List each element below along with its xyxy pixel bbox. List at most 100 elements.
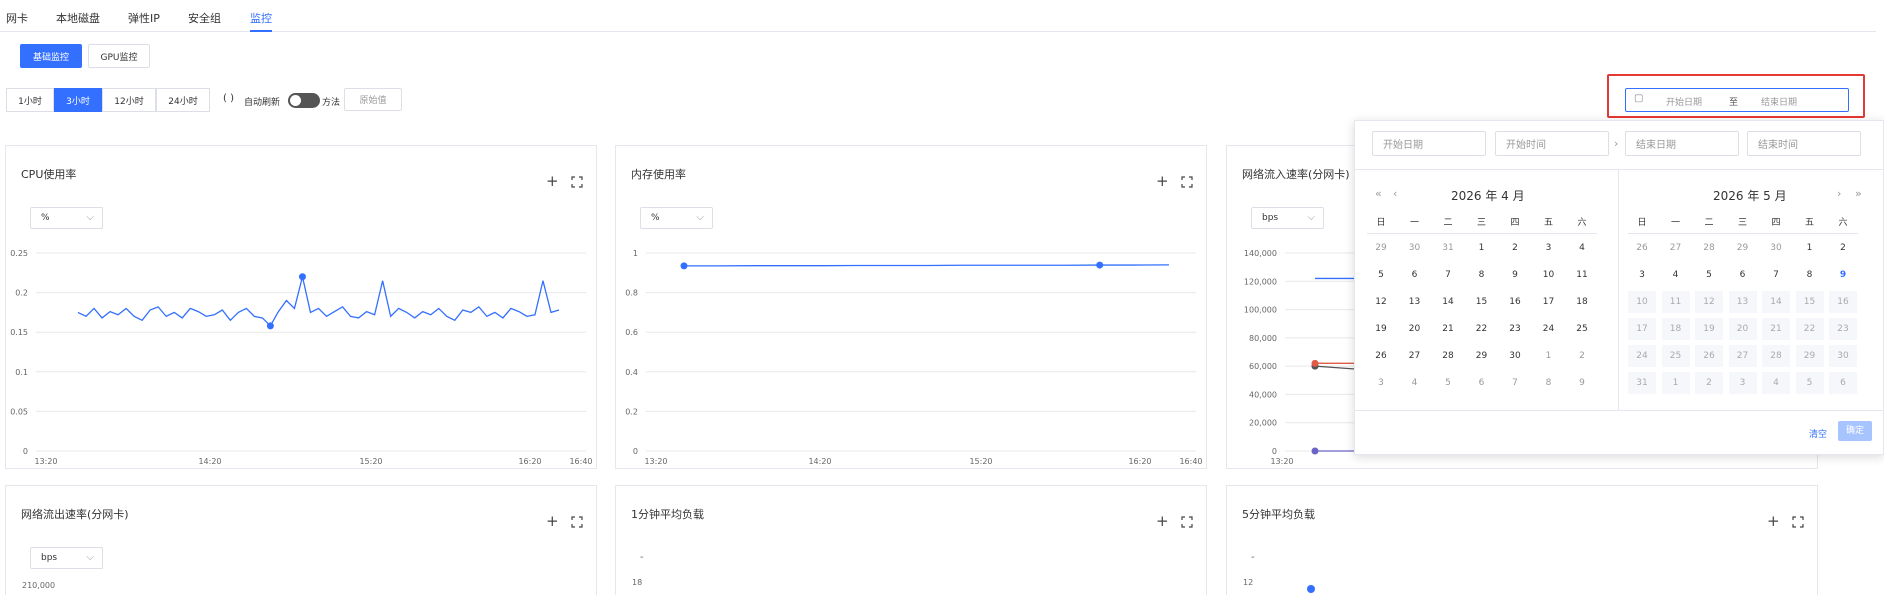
next-month-button[interactable]: › xyxy=(1837,187,1841,200)
range-12h[interactable]: 12小时 xyxy=(102,88,156,112)
calendar-day[interactable]: 4 xyxy=(1762,372,1790,394)
calendar-day[interactable]: 15 xyxy=(1468,291,1496,313)
tab-monitor[interactable]: 监控 xyxy=(250,10,272,32)
calendar-day[interactable]: 7 xyxy=(1762,264,1790,286)
calendar-day[interactable]: 29 xyxy=(1729,237,1757,259)
calendar-day[interactable]: 23 xyxy=(1501,318,1529,340)
calendar-day[interactable]: 13 xyxy=(1401,291,1429,313)
calendar-day[interactable]: 8 xyxy=(1535,372,1563,394)
calendar-day[interactable]: 8 xyxy=(1796,264,1824,286)
range-24h[interactable]: 24小时 xyxy=(156,88,210,112)
calendar-day[interactable]: 25 xyxy=(1568,318,1596,340)
calendar-day[interactable]: 29 xyxy=(1468,345,1496,367)
calendar-day[interactable]: 9 xyxy=(1501,264,1529,286)
add-icon[interactable]: + xyxy=(1156,172,1169,190)
calendar-day[interactable]: 27 xyxy=(1728,345,1757,367)
tab-security-group[interactable]: 安全组 xyxy=(188,10,221,26)
calendar-day[interactable]: 26 xyxy=(1367,345,1395,367)
calendar-day[interactable]: 27 xyxy=(1401,345,1429,367)
start-date-input[interactable]: 开始日期 xyxy=(1372,131,1486,156)
refresh-icon[interactable]: ( ) xyxy=(223,93,234,104)
calendar-day[interactable]: 6 xyxy=(1829,372,1857,394)
calendar-day[interactable]: 5 xyxy=(1367,264,1395,286)
expand-icon[interactable] xyxy=(571,516,583,528)
add-icon[interactable]: + xyxy=(546,512,559,530)
calendar-day[interactable]: 23 xyxy=(1829,318,1857,340)
unit-select[interactable]: bps ⌵ xyxy=(1251,207,1324,229)
calendar-day[interactable]: 4 xyxy=(1568,237,1596,259)
tab-eip[interactable]: 弹性IP xyxy=(128,10,160,26)
calendar-day[interactable]: 5 xyxy=(1795,372,1824,394)
calendar-day[interactable]: 3 xyxy=(1728,372,1757,394)
calendar-day[interactable]: 28 xyxy=(1434,345,1462,367)
end-date-input[interactable]: 结束日期 xyxy=(1625,131,1739,156)
calendar-day[interactable]: 29 xyxy=(1795,345,1824,367)
calendar-day[interactable]: 15 xyxy=(1795,291,1824,313)
calendar-day[interactable]: 1 xyxy=(1661,372,1690,394)
gpu-monitor-button[interactable]: GPU监控 xyxy=(88,44,150,68)
calendar-day[interactable]: 29 xyxy=(1367,237,1395,259)
tab-nic[interactable]: 网卡 xyxy=(6,10,28,26)
end-time-input[interactable]: 结束时间 xyxy=(1747,131,1861,156)
calendar-day[interactable]: 5 xyxy=(1434,372,1462,394)
calendar-day[interactable]: 11 xyxy=(1568,264,1596,286)
prev-month-button[interactable]: ‹ xyxy=(1393,187,1397,200)
calendar-day[interactable]: 21 xyxy=(1762,318,1790,340)
calendar-day[interactable]: 22 xyxy=(1468,318,1496,340)
calendar-day[interactable]: 27 xyxy=(1662,237,1690,259)
calendar-day[interactable]: 4 xyxy=(1662,264,1690,286)
range-1h[interactable]: 1小时 xyxy=(6,88,54,112)
basic-monitor-button[interactable]: 基础监控 xyxy=(20,44,82,68)
expand-icon[interactable] xyxy=(1181,176,1193,188)
expand-icon[interactable] xyxy=(571,176,583,188)
calendar-day[interactable]: 4 xyxy=(1401,372,1429,394)
unit-select[interactable]: bps ⌵ xyxy=(30,547,103,569)
calendar-day[interactable]: 7 xyxy=(1434,264,1462,286)
calendar-day[interactable]: 6 xyxy=(1729,264,1757,286)
clear-button[interactable]: 清空 xyxy=(1809,427,1827,440)
calendar-day[interactable]: 31 xyxy=(1628,372,1656,394)
calendar-day[interactable]: 30 xyxy=(1829,345,1857,367)
calendar-day[interactable]: 12 xyxy=(1695,291,1723,313)
expand-icon[interactable] xyxy=(1792,516,1804,528)
date-range-input[interactable]: ▢ 开始日期 至 结束日期 xyxy=(1625,88,1849,112)
calendar-day[interactable]: 7 xyxy=(1501,372,1529,394)
calendar-day[interactable]: 1 xyxy=(1535,345,1563,367)
calendar-day[interactable]: 10 xyxy=(1628,291,1656,313)
calendar-day[interactable]: 6 xyxy=(1468,372,1496,394)
calendar-day[interactable]: 31 xyxy=(1434,237,1462,259)
calendar-day[interactable]: 1 xyxy=(1796,237,1824,259)
calendar-day[interactable]: 14 xyxy=(1762,291,1790,313)
calendar-day[interactable]: 2 xyxy=(1695,372,1723,394)
calendar-day[interactable]: 30 xyxy=(1401,237,1429,259)
calendar-day[interactable]: 16 xyxy=(1501,291,1529,313)
calendar-day[interactable]: 30 xyxy=(1501,345,1529,367)
add-icon[interactable]: + xyxy=(1156,512,1169,530)
calendar-day[interactable]: 24 xyxy=(1628,345,1656,367)
calendar-day[interactable]: 9 xyxy=(1829,264,1857,286)
calendar-day[interactable]: 24 xyxy=(1535,318,1563,340)
calendar-day[interactable]: 22 xyxy=(1795,318,1824,340)
start-time-input[interactable]: 开始时间 xyxy=(1495,131,1609,156)
method-select[interactable]: 原始值 xyxy=(344,88,402,111)
calendar-day[interactable]: 18 xyxy=(1568,291,1596,313)
calendar-day[interactable]: 8 xyxy=(1468,264,1496,286)
range-3h[interactable]: 3小时 xyxy=(54,88,102,112)
calendar-day[interactable]: 10 xyxy=(1535,264,1563,286)
calendar-day[interactable]: 11 xyxy=(1661,291,1690,313)
calendar-day[interactable]: 13 xyxy=(1728,291,1757,313)
calendar-day[interactable]: 12 xyxy=(1367,291,1395,313)
calendar-day[interactable]: 19 xyxy=(1367,318,1395,340)
calendar-day[interactable]: 28 xyxy=(1762,345,1790,367)
calendar-day[interactable]: 17 xyxy=(1628,318,1656,340)
calendar-day[interactable]: 3 xyxy=(1535,237,1563,259)
calendar-day[interactable]: 3 xyxy=(1628,264,1656,286)
calendar-day[interactable]: 2 xyxy=(1568,345,1596,367)
calendar-day[interactable]: 16 xyxy=(1829,291,1857,313)
add-icon[interactable]: + xyxy=(1767,512,1780,530)
calendar-day[interactable]: 17 xyxy=(1535,291,1563,313)
unit-select[interactable]: % ⌵ xyxy=(30,207,103,229)
calendar-day[interactable]: 30 xyxy=(1762,237,1790,259)
calendar-day[interactable]: 19 xyxy=(1695,318,1723,340)
calendar-day[interactable]: 20 xyxy=(1401,318,1429,340)
